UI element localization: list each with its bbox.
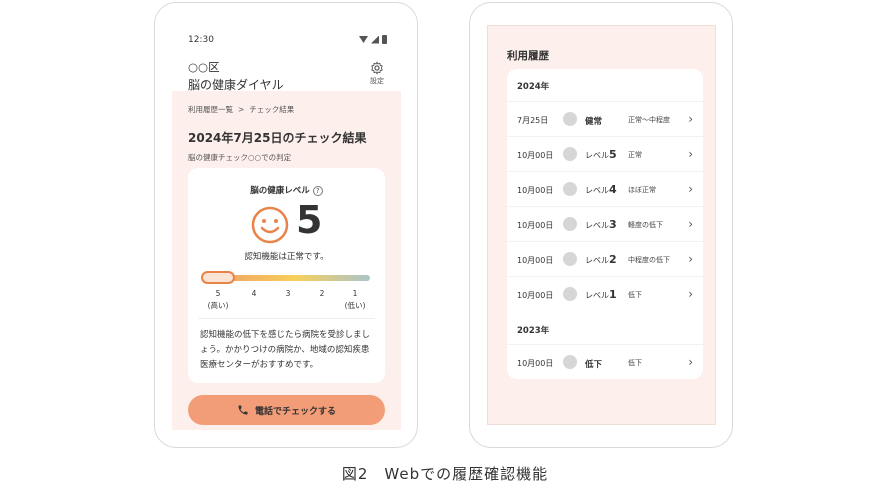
history-desc: 低下 (628, 291, 642, 299)
status-dot (563, 217, 577, 231)
history-row[interactable]: 7月25日 健常 正常〜中程度 › (507, 101, 703, 136)
status-dot (563, 112, 577, 126)
result-subtitle: 脳の健康チェック○○での判定 (188, 153, 292, 162)
history-desc: 正常〜中程度 (628, 116, 670, 124)
smile-icon (251, 206, 289, 244)
history-desc: 軽度の低下 (628, 221, 663, 229)
chevron-right-icon: › (688, 252, 693, 266)
chevron-right-icon: › (688, 147, 693, 161)
history-level: 健常 (585, 117, 603, 127)
breadcrumb-separator: > (238, 105, 245, 114)
history-date: 10月00日 (517, 151, 554, 160)
history-level: レベル4 (585, 183, 617, 196)
scale-low-label: (低い) (344, 301, 366, 310)
status-dot (563, 182, 577, 196)
history-date: 10月00日 (517, 221, 554, 230)
year-heading: 2024年 (517, 82, 550, 92)
battery-icon (382, 35, 387, 44)
history-desc: 正常 (628, 151, 642, 159)
history-row[interactable]: 10月00日 レベル5 正常 › (507, 136, 703, 171)
breadcrumb-current: チェック結果 (249, 105, 295, 114)
scale-tick: 2 (319, 289, 325, 298)
brain-level-value: 5 (296, 198, 323, 242)
phone-frame-left: 12:30 ○○区 脳の健康ダイヤル 設定 利用履歴一覧 > チェック結果 20… (154, 2, 418, 448)
history-level: レベル3 (585, 218, 617, 231)
scale-high-label: (高い) (207, 301, 229, 310)
settings-label: 設定 (370, 77, 384, 85)
history-title: 利用履歴 (507, 50, 549, 62)
history-row[interactable]: 10月00日 レベル4 ほぼ正常 › (507, 171, 703, 206)
status-dot (563, 355, 577, 369)
scale-tick: 5 (215, 289, 221, 298)
level-label: 脳の健康レベル (250, 186, 310, 196)
level-scale-marker (201, 271, 235, 284)
help-icon[interactable]: ? (312, 186, 323, 196)
history-level: 低下 (585, 360, 603, 370)
history-row[interactable]: 10月00日 レベル3 軽度の低下 › (507, 206, 703, 241)
result-card: 脳の健康レベル? 5 認知機能は正常です。 5 4 3 2 1 (高い) (低い… (188, 168, 385, 383)
breadcrumb: 利用履歴一覧 > チェック結果 (188, 104, 294, 115)
history-screen: 利用履歴 2024年 7月25日 健常 正常〜中程度 › 10月00日 レベル5… (487, 25, 716, 425)
phone-icon (238, 405, 248, 415)
status-text: 認知機能は正常です。 (244, 252, 329, 262)
scale-tick: 1 (352, 289, 358, 298)
history-level: レベル1 (585, 288, 617, 301)
history-level: レベル2 (585, 253, 617, 266)
figure-caption: 図2 Webでの履歴確認機能 (341, 465, 549, 483)
history-desc: ほぼ正常 (628, 186, 656, 194)
ward-name: ○○区 (188, 60, 220, 74)
wifi-icon (359, 36, 368, 43)
history-level: レベル5 (585, 148, 617, 161)
history-date: 10月00日 (517, 256, 554, 265)
signal-icon (371, 35, 379, 44)
level-heading: 脳の健康レベル? (188, 184, 385, 196)
status-time: 12:30 (188, 35, 214, 45)
history-date: 10月00日 (517, 359, 554, 368)
gear-icon (371, 61, 383, 75)
year-heading: 2023年 (517, 326, 550, 336)
history-date: 10月00日 (517, 186, 554, 195)
status-icons (359, 35, 387, 44)
history-date: 7月25日 (517, 116, 549, 125)
status-dot (563, 252, 577, 266)
chevron-right-icon: › (688, 217, 693, 231)
history-desc: 中程度の低下 (628, 256, 670, 264)
check-result-screen: 12:30 ○○区 脳の健康ダイヤル 設定 利用履歴一覧 > チェック結果 20… (172, 25, 401, 430)
history-date: 10月00日 (517, 291, 554, 300)
history-desc: 低下 (628, 359, 642, 367)
chevron-right-icon: › (688, 182, 693, 196)
breadcrumb-history-link[interactable]: 利用履歴一覧 (188, 104, 233, 115)
chevron-right-icon: › (688, 355, 693, 369)
history-row[interactable]: 10月00日 低下 低下 › (507, 344, 703, 379)
app-header: 12:30 ○○区 脳の健康ダイヤル 設定 (172, 25, 401, 92)
status-dot (563, 287, 577, 301)
history-list: 2024年 7月25日 健常 正常〜中程度 › 10月00日 レベル5 正常 ›… (507, 69, 703, 379)
scale-tick: 3 (285, 289, 291, 298)
card-divider (198, 318, 375, 319)
call-check-button[interactable]: 電話でチェックする (188, 395, 385, 425)
history-row[interactable]: 10月00日 レベル1 低下 › (507, 276, 703, 311)
status-dot (563, 147, 577, 161)
settings-button[interactable]: 設定 (365, 61, 389, 86)
page-title: 2024年7月25日のチェック結果 (188, 131, 367, 145)
chevron-right-icon: › (688, 112, 693, 126)
advice-text: 認知機能の低下を感じたら病院を受診しましょう。かかりつけの病院か、地域の認知疾患… (200, 330, 371, 370)
call-button-label: 電話でチェックする (254, 406, 336, 417)
chevron-right-icon: › (688, 287, 693, 301)
history-row[interactable]: 10月00日 レベル2 中程度の低下 › (507, 241, 703, 276)
scale-tick: 4 (251, 289, 257, 298)
tablet-frame-right: 利用履歴 2024年 7月25日 健常 正常〜中程度 › 10月00日 レベル5… (469, 2, 733, 448)
app-title: 脳の健康ダイヤル (188, 78, 284, 92)
